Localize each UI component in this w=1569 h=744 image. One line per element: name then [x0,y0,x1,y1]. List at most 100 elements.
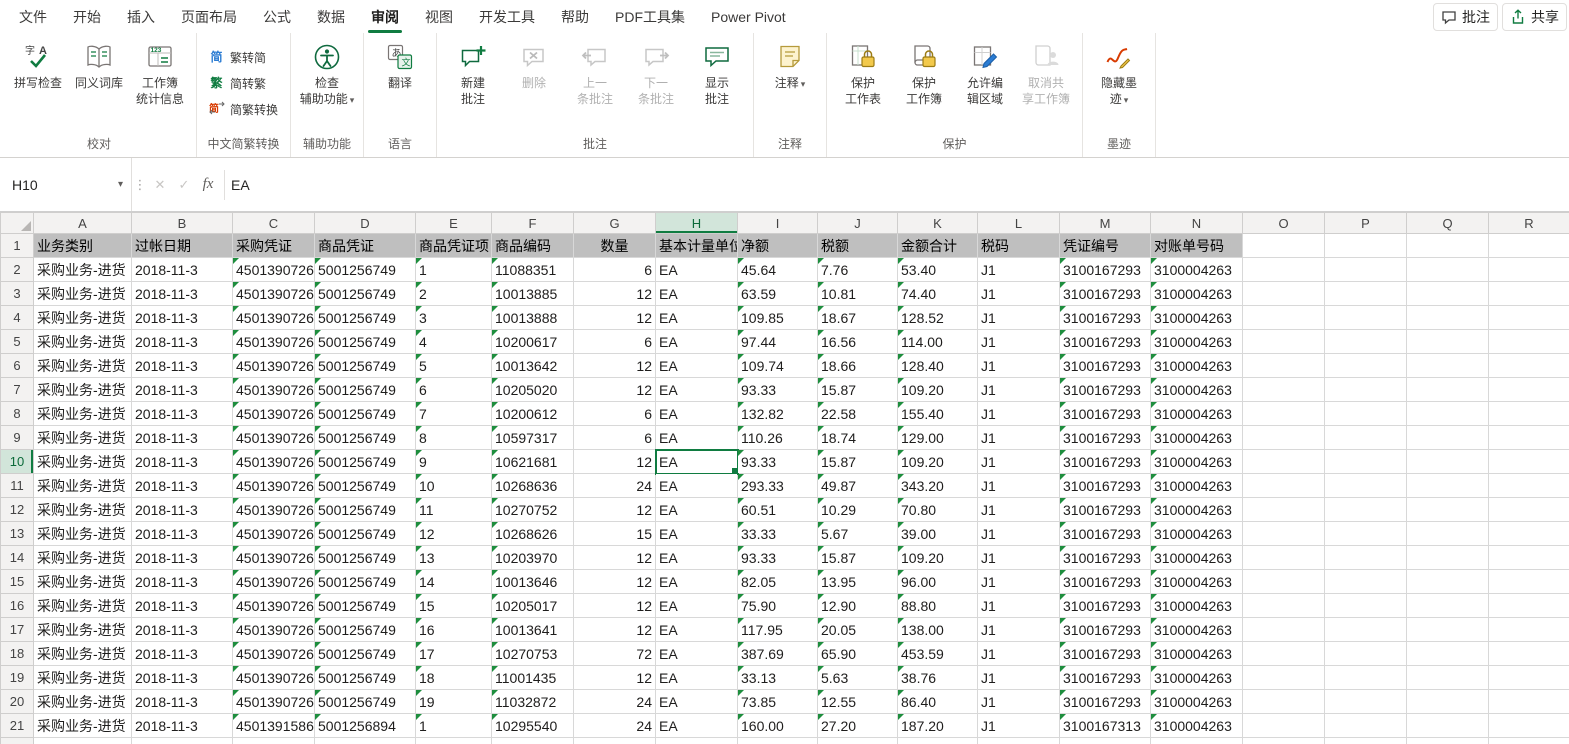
new-comment-button[interactable]: 新建 批注 [443,36,503,133]
cell-R17[interactable] [1489,618,1569,642]
cell-J19[interactable]: 5.63 [818,666,898,690]
cell-O21[interactable] [1243,714,1325,738]
cell-M11[interactable]: 3100167293 [1060,474,1151,498]
cell-C6[interactable]: 4501390726 [233,354,315,378]
cell-A20[interactable]: 采购业务-进货 [34,690,132,714]
cell-I2[interactable]: 45.64 [738,258,818,282]
cell-O18[interactable] [1243,642,1325,666]
cell-L7[interactable]: J1 [978,378,1060,402]
cell-H9[interactable]: EA [656,426,738,450]
cell-L22[interactable] [978,738,1060,744]
tab-formulas[interactable]: 公式 [250,0,304,33]
cell-E18[interactable]: 17 [416,642,492,666]
cell-L14[interactable]: J1 [978,546,1060,570]
cell-B17[interactable]: 2018-11-3 [132,618,233,642]
cell-B2[interactable]: 2018-11-3 [132,258,233,282]
cell-E9[interactable]: 8 [416,426,492,450]
cell-H10[interactable]: EA [656,450,738,474]
cell-N14[interactable]: 3100004263 [1151,546,1243,570]
cell-N9[interactable]: 3100004263 [1151,426,1243,450]
cell-J13[interactable]: 5.67 [818,522,898,546]
row-header-4[interactable]: 4 [1,306,34,330]
cell-N13[interactable]: 3100004263 [1151,522,1243,546]
cell-G5[interactable]: 6 [574,330,656,354]
tab-pdf-tools[interactable]: PDF工具集 [602,0,698,33]
cell-H20[interactable]: EA [656,690,738,714]
cell-H15[interactable]: EA [656,570,738,594]
cell-E1[interactable]: 商品凭证项目 [416,234,492,258]
cell-P15[interactable] [1325,570,1407,594]
cell-L2[interactable]: J1 [978,258,1060,282]
cell-D8[interactable]: 5001256749 [315,402,416,426]
cell-P17[interactable] [1325,618,1407,642]
row-header-12[interactable]: 12 [1,498,34,522]
cell-C15[interactable]: 4501390726 [233,570,315,594]
row-header-3[interactable]: 3 [1,282,34,306]
simplified-to-traditional-button[interactable]: 繁简转繁 [203,72,272,97]
cell-I4[interactable]: 109.85 [738,306,818,330]
cell-R9[interactable] [1489,426,1569,450]
cell-F2[interactable]: 11088351 [492,258,574,282]
cell-N1[interactable]: 对账单号码 [1151,234,1243,258]
cell-Q21[interactable] [1407,714,1489,738]
row-header-6[interactable]: 6 [1,354,34,378]
cell-K4[interactable]: 128.52 [898,306,978,330]
row-header-7[interactable]: 7 [1,378,34,402]
cell-J20[interactable]: 12.55 [818,690,898,714]
cell-N5[interactable]: 3100004263 [1151,330,1243,354]
cell-D3[interactable]: 5001256749 [315,282,416,306]
cell-G8[interactable]: 6 [574,402,656,426]
cell-O4[interactable] [1243,306,1325,330]
cell-R16[interactable] [1489,594,1569,618]
cell-E22[interactable] [416,738,492,744]
column-header-d[interactable]: D [315,213,416,234]
column-header-g[interactable]: G [574,213,656,234]
cell-H4[interactable]: EA [656,306,738,330]
cell-I10[interactable]: 93.33 [738,450,818,474]
cell-D19[interactable]: 5001256749 [315,666,416,690]
cell-P14[interactable] [1325,546,1407,570]
row-header-19[interactable]: 19 [1,666,34,690]
cell-D4[interactable]: 5001256749 [315,306,416,330]
hide-ink-button[interactable]: 隐藏墨 迹▾ [1089,36,1149,133]
cell-A17[interactable]: 采购业务-进货 [34,618,132,642]
cell-A6[interactable]: 采购业务-进货 [34,354,132,378]
cell-N2[interactable]: 3100004263 [1151,258,1243,282]
cell-D17[interactable]: 5001256749 [315,618,416,642]
cell-D21[interactable]: 5001256894 [315,714,416,738]
cell-Q8[interactable] [1407,402,1489,426]
select-all-corner[interactable] [1,213,34,234]
cell-G4[interactable]: 12 [574,306,656,330]
show-comments-button[interactable]: 显示 批注 [687,36,747,133]
cell-G16[interactable]: 12 [574,594,656,618]
cell-M2[interactable]: 3100167293 [1060,258,1151,282]
cell-B13[interactable]: 2018-11-3 [132,522,233,546]
tab-developer[interactable]: 开发工具 [466,0,548,33]
cell-C11[interactable]: 4501390726 [233,474,315,498]
cell-A2[interactable]: 采购业务-进货 [34,258,132,282]
cell-I16[interactable]: 75.90 [738,594,818,618]
row-header-11[interactable]: 11 [1,474,34,498]
cell-G6[interactable]: 12 [574,354,656,378]
cell-M22[interactable] [1060,738,1151,744]
translate-button[interactable]: あ文翻译 [370,36,430,133]
cell-C20[interactable]: 4501390726 [233,690,315,714]
row-header-14[interactable]: 14 [1,546,34,570]
cell-A8[interactable]: 采购业务-进货 [34,402,132,426]
cell-A14[interactable]: 采购业务-进货 [34,546,132,570]
cell-K8[interactable]: 155.40 [898,402,978,426]
cell-M18[interactable]: 3100167293 [1060,642,1151,666]
row-header-21[interactable]: 21 [1,714,34,738]
cell-A10[interactable]: 采购业务-进货 [34,450,132,474]
cell-J21[interactable]: 27.20 [818,714,898,738]
cell-E11[interactable]: 10 [416,474,492,498]
cell-B6[interactable]: 2018-11-3 [132,354,233,378]
cell-K5[interactable]: 114.00 [898,330,978,354]
cell-N18[interactable]: 3100004263 [1151,642,1243,666]
cell-B15[interactable]: 2018-11-3 [132,570,233,594]
cell-I12[interactable]: 60.51 [738,498,818,522]
cell-O19[interactable] [1243,666,1325,690]
cell-F4[interactable]: 10013888 [492,306,574,330]
cell-H19[interactable]: EA [656,666,738,690]
cell-P13[interactable] [1325,522,1407,546]
